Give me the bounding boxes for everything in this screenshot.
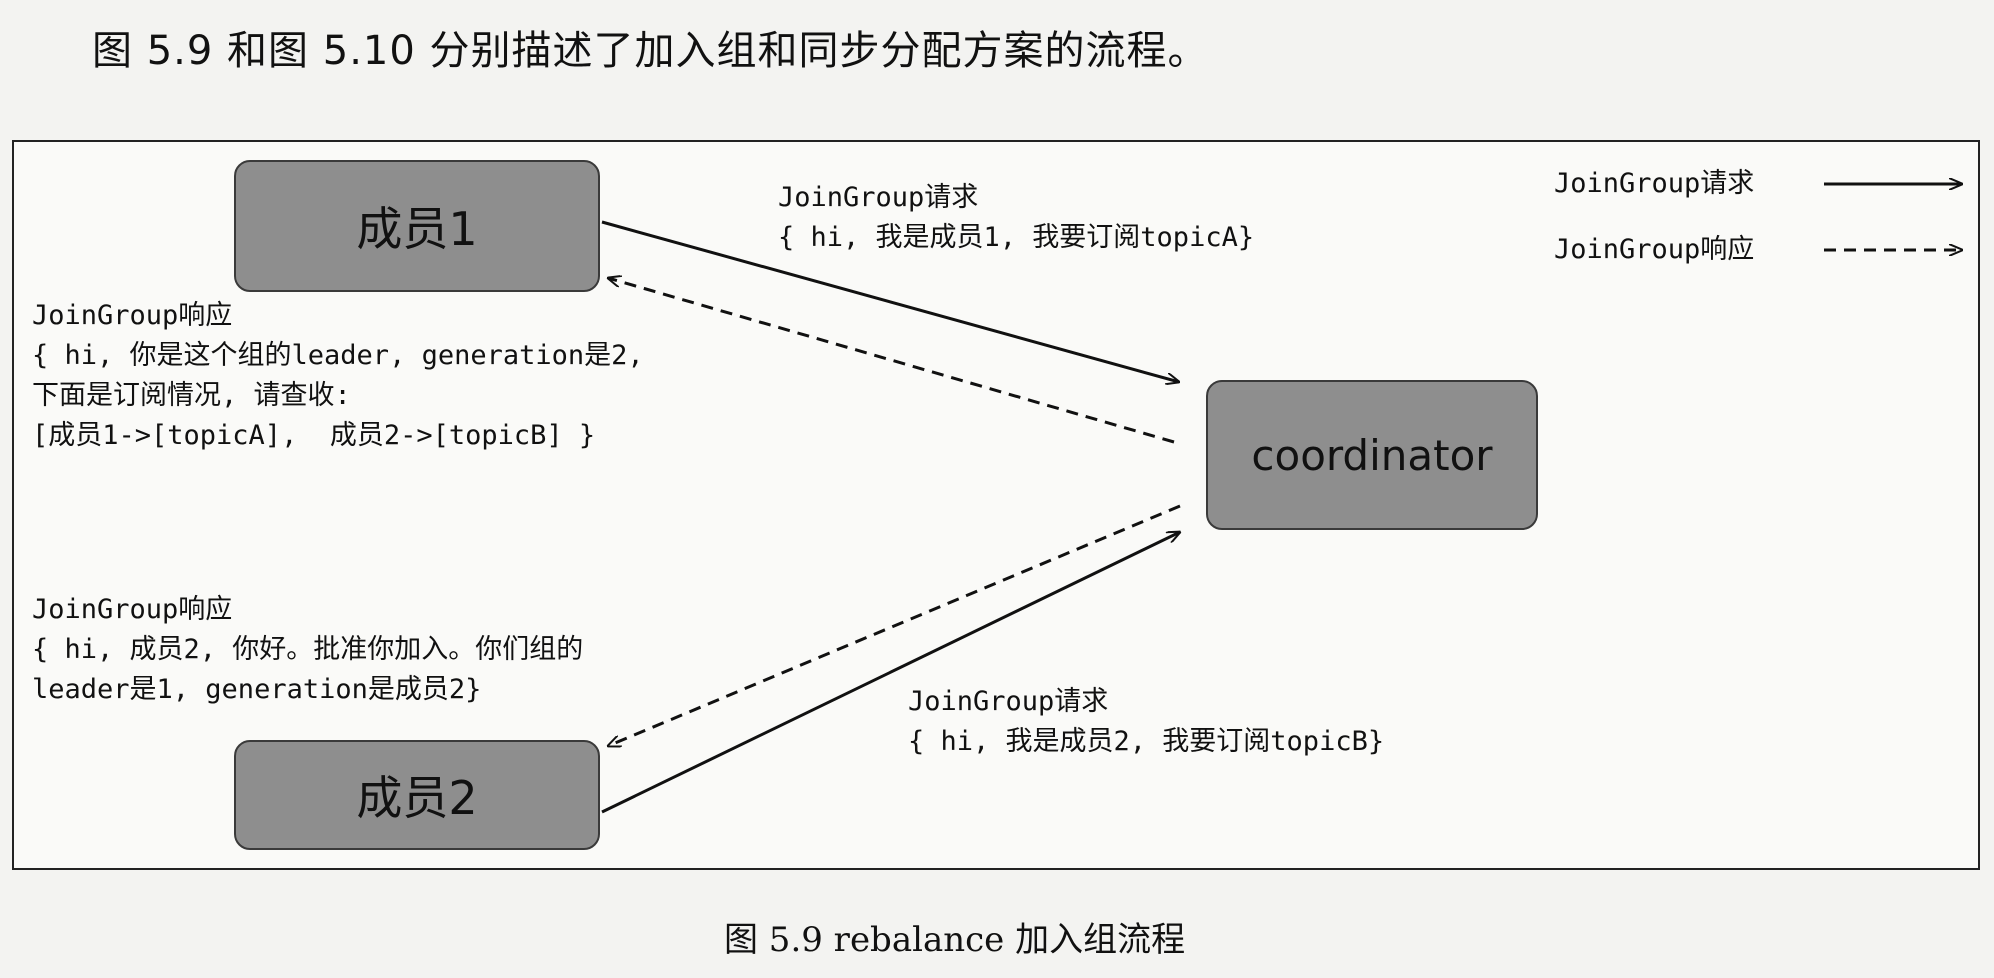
figure-caption: 图 5.9 rebalance 加入组流程 [724, 920, 1186, 960]
request2-body: { hi, 我是成员2, 我要订阅topicB} [908, 726, 1385, 757]
request1-title: JoinGroup请求 [778, 182, 979, 213]
response1-title: JoinGroup响应 [32, 300, 233, 331]
response2-line2: leader是1, generation是成员2} [32, 674, 482, 705]
response1-line2: 下面是订阅情况, 请查收: [32, 380, 351, 411]
request-arrow-member2 [601, 532, 1180, 814]
request2-title: JoinGroup请求 [908, 686, 1109, 717]
response2-line1: { hi, 成员2, 你好。批准你加入。你们组的 [32, 634, 584, 665]
diagram-frame: 成员1 成员2 coordinator JoinGroup请求 { hi, 我是… [12, 140, 1980, 870]
response2-title: JoinGroup响应 [32, 594, 233, 625]
response1-line1: { hi, 你是这个组的leader, generation是2, [32, 340, 644, 371]
legend-request-label: JoinGroup请求 [1554, 168, 1755, 199]
intro-text: 图 5.9 和图 5.10 分别描述了加入组和同步分配方案的流程。 [92, 28, 1209, 74]
response1-line3: [成员1->[topicA], 成员2->[topicB] } [32, 420, 596, 451]
request1-body: { hi, 我是成员1, 我要订阅topicA} [778, 222, 1255, 253]
legend-response-label: JoinGroup响应 [1554, 234, 1755, 265]
